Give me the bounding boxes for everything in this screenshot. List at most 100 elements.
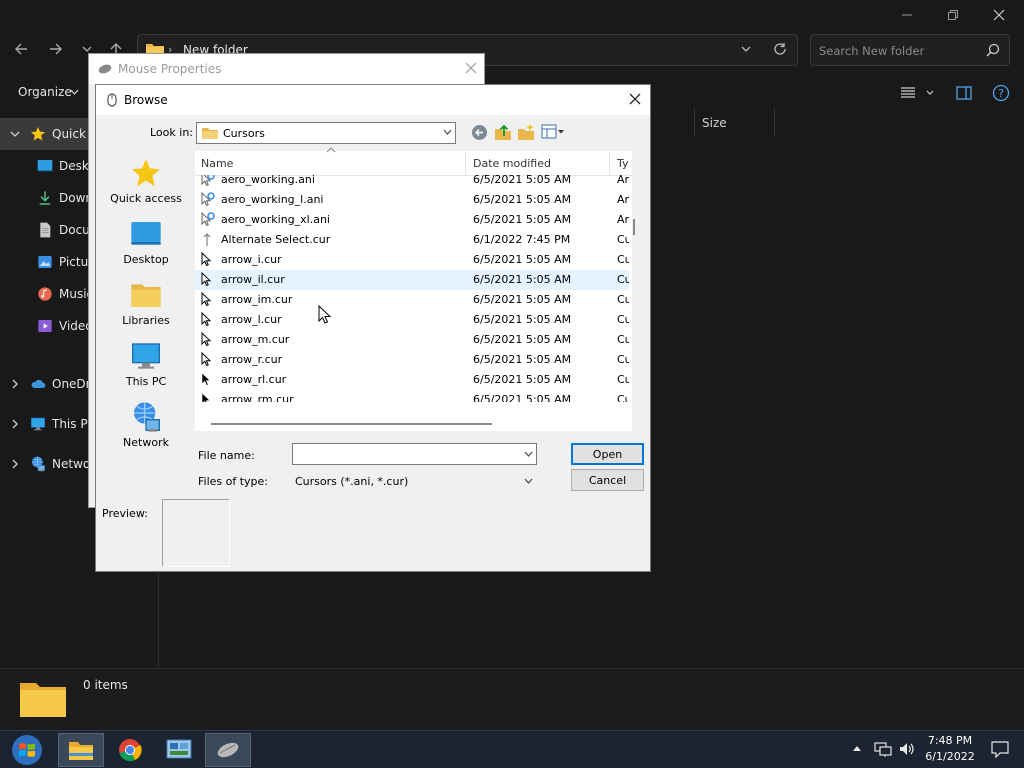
back-button[interactable] (471, 124, 488, 141)
minimize-button[interactable] (884, 0, 930, 30)
file-list[interactable]: Name Date modified Ty aero_working.ani 6… (195, 147, 635, 431)
pc-icon (30, 416, 46, 432)
network-icon (130, 401, 162, 433)
chevron-down-icon[interactable] (10, 129, 20, 139)
pane-icon (956, 86, 972, 100)
up-folder-button[interactable] (494, 123, 512, 141)
network-status-icon[interactable] (874, 740, 892, 758)
chevron-right-icon[interactable] (10, 459, 20, 469)
lookin-combobox[interactable]: Cursors (196, 122, 456, 144)
new-folder-button[interactable] (517, 123, 535, 141)
control-panel-icon (166, 739, 192, 759)
column-divider (774, 108, 775, 136)
lookin-value: Cursors (223, 126, 265, 140)
file-type: Cu (617, 373, 629, 386)
file-list-header: Name Date modified Ty (195, 147, 632, 176)
file-row[interactable]: arrow_il.cur 6/5/2021 5:05 AM Cu (195, 270, 629, 290)
file-date: 6/5/2021 5:05 AM (473, 193, 572, 206)
file-row[interactable]: arrow_r.cur 6/5/2021 5:05 AM Cu (195, 350, 629, 370)
volume-icon[interactable] (898, 740, 916, 758)
forward-button[interactable] (43, 36, 69, 62)
view-options-button[interactable] (900, 85, 936, 101)
chevron-down-icon (70, 89, 79, 96)
vertical-scrollbar-thumb[interactable] (633, 219, 635, 235)
organize-button[interactable]: Organize (18, 85, 72, 99)
chrome-icon (119, 739, 142, 762)
mouse-icon (98, 63, 112, 75)
notification-icon (991, 741, 1009, 759)
place-network[interactable]: Network (106, 395, 186, 456)
file-name: arrow_rl.cur (221, 373, 287, 386)
file-row[interactable]: arrow_rm.cur 6/5/2021 5:05 AM Cu (195, 390, 629, 402)
place-quick-access[interactable]: Quick access (106, 151, 186, 212)
file-row[interactable]: aero_working.ani 6/5/2021 5:05 AM An (195, 175, 629, 190)
cancel-label: Cancel (588, 473, 627, 487)
file-row[interactable]: aero_working_xl.ani 6/5/2021 5:05 AM An (195, 210, 629, 230)
new-folder-icon (518, 124, 534, 140)
search-input[interactable]: Search New folder (819, 44, 924, 58)
filetype-select[interactable]: Cursors (*.ani, *.cur) (292, 470, 537, 492)
view-menu-button[interactable] (541, 124, 565, 140)
arrow-cursor-icon (201, 332, 215, 348)
star-icon (130, 157, 162, 189)
arrow-cursor-icon (201, 352, 215, 368)
file-type: Cu (617, 313, 629, 326)
mouse-properties-close-button[interactable] (465, 62, 477, 74)
clock[interactable]: 7:48 PM 6/1/2022 (922, 733, 978, 765)
column-name[interactable]: Name (201, 157, 233, 170)
chevron-right-icon[interactable] (10, 379, 20, 389)
column-type[interactable]: Ty (617, 157, 629, 170)
busy-cursor-icon (201, 192, 215, 208)
file-row[interactable]: arrow_m.cur 6/5/2021 5:05 AM Cu (195, 330, 629, 350)
taskbar-file-explorer[interactable] (58, 733, 104, 767)
browse-close-button[interactable] (629, 93, 641, 105)
refresh-button[interactable] (773, 42, 787, 56)
search-box[interactable]: Search New folder (810, 34, 1010, 66)
file-row[interactable]: arrow_i.cur 6/5/2021 5:05 AM Cu (195, 250, 629, 270)
file-date: 6/5/2021 5:05 AM (473, 273, 572, 286)
place-this-pc[interactable]: This PC (106, 334, 186, 395)
column-date-modified[interactable]: Date modified (473, 157, 551, 170)
start-button[interactable] (4, 733, 50, 767)
back-button[interactable] (8, 36, 34, 62)
place-libraries[interactable]: Libraries (106, 273, 186, 334)
file-row[interactable]: arrow_im.cur 6/5/2021 5:05 AM Cu (195, 290, 629, 310)
place-desktop[interactable]: Desktop (106, 212, 186, 273)
view-menu-icon (541, 124, 564, 139)
filename-combobox[interactable] (292, 443, 537, 465)
file-date: 6/5/2021 5:05 AM (473, 313, 572, 326)
taskbar-control-panel[interactable] (156, 733, 202, 767)
column-divider (694, 108, 695, 136)
up-arrow-cursor-icon (201, 232, 215, 248)
desktop-icon (37, 158, 53, 174)
address-dropdown-button[interactable] (741, 44, 751, 54)
refresh-icon (774, 43, 786, 55)
videos-icon (37, 318, 53, 334)
details-pane-button[interactable] (956, 85, 972, 101)
busy-cursor-icon (201, 175, 215, 188)
horizontal-scrollbar-thumb[interactable] (211, 423, 492, 425)
mouse-properties-titlebar[interactable]: Mouse Properties (89, 54, 484, 84)
file-name: aero_working_xl.ani (221, 213, 330, 226)
preview-label: Preview: (102, 507, 148, 520)
mouse-icon (106, 93, 118, 107)
chevron-right-icon[interactable] (10, 419, 20, 429)
place-label: Libraries (122, 314, 170, 327)
show-hidden-icons-button[interactable] (852, 744, 862, 752)
taskbar-mouse-properties[interactable] (205, 733, 251, 767)
taskbar-chrome[interactable] (107, 733, 153, 767)
browse-titlebar[interactable]: Browse (96, 85, 650, 115)
open-button[interactable]: Open (571, 443, 644, 465)
notifications-button[interactable] (991, 741, 1009, 759)
file-row[interactable]: arrow_l.cur 6/5/2021 5:05 AM Cu (195, 310, 629, 330)
restore-button[interactable] (930, 0, 976, 30)
column-size[interactable]: Size (702, 116, 727, 130)
close-button[interactable] (976, 0, 1022, 30)
file-row[interactable]: Alternate Select.cur 6/1/2022 7:45 PM Cu (195, 230, 629, 250)
cancel-button[interactable]: Cancel (571, 469, 644, 491)
file-row[interactable]: aero_working_l.ani 6/5/2021 5:05 AM An (195, 190, 629, 210)
file-row[interactable]: arrow_rl.cur 6/5/2021 5:05 AM Cu (195, 370, 629, 390)
libraries-icon (130, 279, 162, 311)
file-date: 6/5/2021 5:05 AM (473, 353, 572, 366)
help-button[interactable]: ? (992, 84, 1010, 102)
